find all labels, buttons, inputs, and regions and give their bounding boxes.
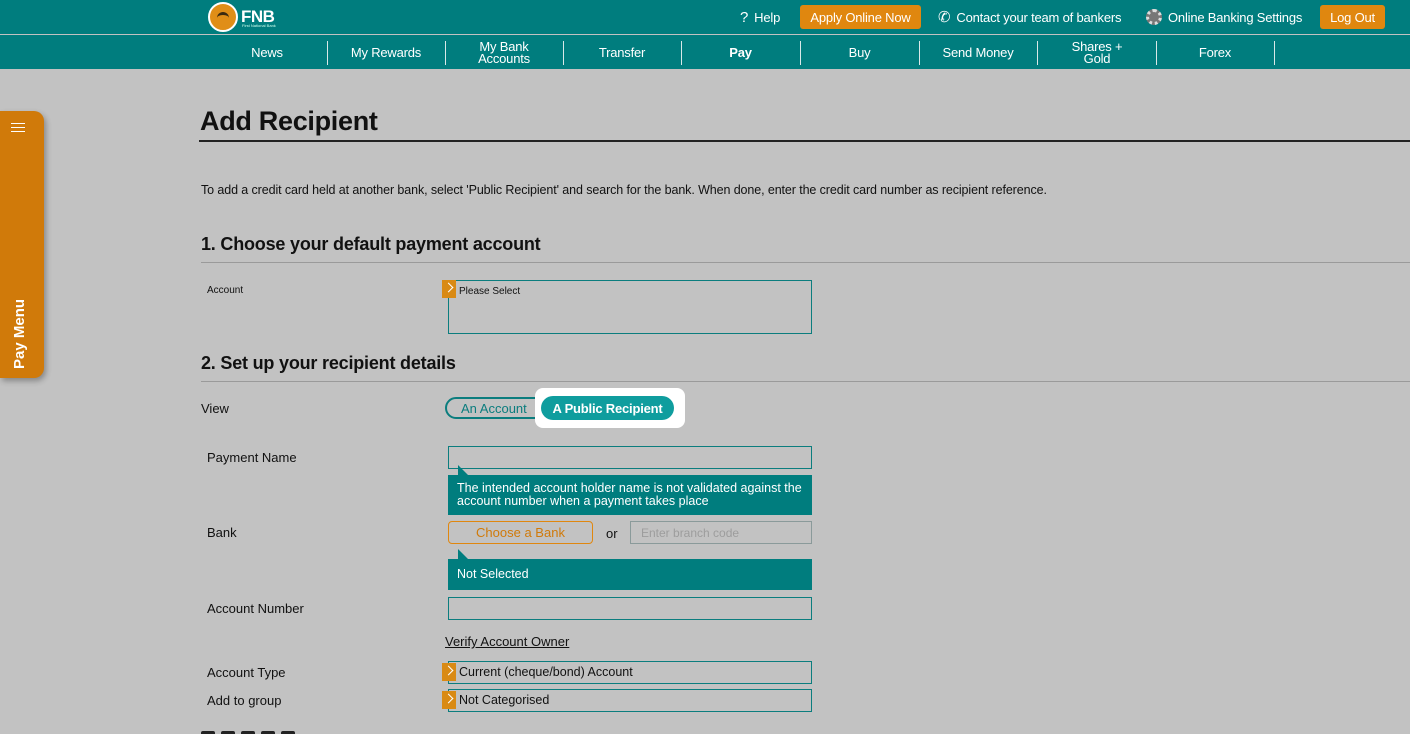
chevron-right-icon [442, 691, 456, 709]
apply-online-button[interactable]: Apply Online Now [800, 5, 921, 29]
menu-lines-icon [11, 123, 25, 132]
fnb-logo[interactable]: FNB First National Bank [208, 2, 276, 32]
account-type-label: Account Type [207, 665, 286, 680]
nav-divider [445, 41, 446, 65]
online-banking-settings-link[interactable]: Online Banking Settings [1146, 0, 1302, 34]
help-label: Help [754, 9, 781, 25]
choose-bank-button[interactable]: Choose a Bank [448, 521, 593, 544]
help-link[interactable]: ? Help [740, 0, 780, 34]
gear-icon [1146, 9, 1162, 25]
chevron-right-icon [442, 280, 456, 298]
bank-label: Bank [207, 525, 237, 540]
payment-name-input[interactable] [448, 446, 812, 469]
section-divider [201, 262, 1410, 263]
nav-divider [1274, 41, 1275, 65]
account-select[interactable]: Please Select [442, 280, 812, 334]
top-bar: FNB First National Bank ? Help Apply Onl… [0, 0, 1410, 34]
contact-label: Contact your team of bankers [956, 9, 1122, 25]
nav-item-shares-gold[interactable]: Shares + Gold [1062, 40, 1132, 66]
account-select-value: Please Select [459, 286, 521, 297]
or-text: or [606, 526, 618, 541]
section-2-title: 2. Set up your recipient details [201, 353, 456, 373]
verify-account-owner-link[interactable]: Verify Account Owner [445, 634, 569, 649]
branch-code-input[interactable] [630, 521, 812, 544]
nav-item-buy[interactable]: Buy [800, 40, 919, 66]
phone-icon: ✆ [938, 9, 951, 26]
nav-divider [1037, 41, 1038, 65]
title-divider [199, 140, 1410, 142]
logout-button[interactable]: Log Out [1320, 5, 1385, 29]
pay-menu-label: Pay Menu [11, 298, 28, 369]
section-divider [201, 381, 1410, 382]
intro-text: To add a credit card held at another ban… [201, 183, 1047, 197]
account-number-label: Account Number [207, 601, 304, 616]
question-mark-icon: ? [740, 8, 749, 26]
nav-item-my-bank-accounts[interactable]: My Bank Accounts [463, 40, 545, 66]
pay-menu-tab[interactable]: Pay Menu [0, 111, 44, 378]
logo-subtext: First National Bank [242, 23, 276, 28]
nav-item-pay[interactable]: Pay [681, 40, 800, 66]
nav-item-news[interactable]: News [208, 40, 326, 66]
add-to-group-value: Not Categorised [459, 693, 550, 707]
nav-item-forex[interactable]: Forex [1156, 40, 1274, 66]
account-number-input[interactable] [448, 597, 812, 620]
account-type-value: Current (cheque/bond) Account [459, 665, 633, 679]
toggle-an-account[interactable]: An Account [461, 401, 527, 416]
toggle-public-recipient[interactable]: A Public Recipient [541, 396, 674, 420]
add-to-group-label: Add to group [207, 693, 282, 708]
chevron-right-icon [442, 663, 456, 681]
section-1-title: 1. Choose your default payment account [201, 234, 541, 254]
next-section-cutoff [201, 728, 331, 734]
page-title: Add Recipient [200, 106, 378, 136]
payment-name-label: Payment Name [207, 450, 297, 465]
nav-item-my-rewards[interactable]: My Rewards [327, 40, 445, 66]
bank-status-tooltip: Not Selected [448, 549, 812, 590]
account-type-select[interactable]: Current (cheque/bond) Account [442, 661, 812, 684]
view-label: View [201, 401, 229, 416]
nav-item-send-money[interactable]: Send Money [919, 40, 1037, 66]
account-label: Account [207, 285, 244, 296]
nav-item-transfer[interactable]: Transfer [563, 40, 681, 66]
contact-bankers-link[interactable]: ✆ Contact your team of bankers [938, 0, 1122, 34]
settings-label: Online Banking Settings [1168, 9, 1303, 25]
add-to-group-select[interactable]: Not Categorised [442, 689, 812, 712]
main-nav: News My Rewards My Bank Accounts Transfe… [0, 35, 1410, 69]
payment-name-tooltip: The intended account holder name is not … [448, 465, 812, 515]
fnb-tree-icon [208, 2, 238, 32]
